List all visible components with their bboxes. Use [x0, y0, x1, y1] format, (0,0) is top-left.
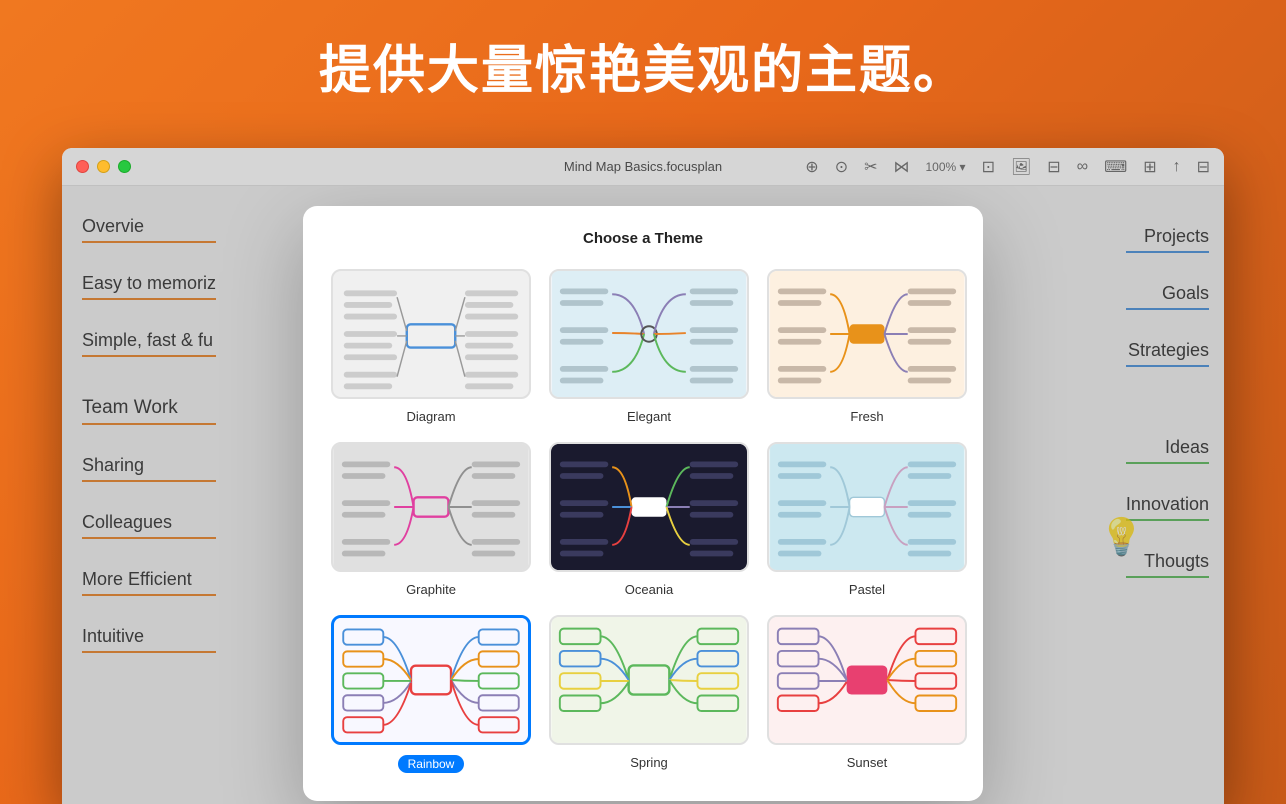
theme-item-oceania[interactable]: Oceania	[549, 442, 749, 597]
theme-preview-rainbow	[331, 615, 531, 745]
fresh-svg	[769, 271, 965, 397]
maximize-button[interactable]	[118, 160, 131, 173]
graphite-svg	[333, 444, 529, 570]
mac-window: Mind Map Basics.focusplan ⊕ ⊙ ✂ ⋈ 100% ▾…	[62, 148, 1224, 804]
toolbar-icons: ⊕ ⊙ ✂ ⋈ 100% ▾ ⊡ 🖼 ⊟ ∞ ⌨ ⊞ ↑ ⊟	[805, 157, 1210, 177]
theme-label-oceania: Oceania	[625, 582, 673, 597]
expand-icon[interactable]: ⊞	[1143, 157, 1156, 177]
theme-item-diagram[interactable]: Diagram	[331, 269, 531, 424]
connect-icon[interactable]: ⊙	[835, 157, 848, 177]
theme-item-sunset[interactable]: Sunset	[767, 615, 967, 773]
note-icon[interactable]: ⊟	[1047, 157, 1060, 177]
close-button[interactable]	[76, 160, 89, 173]
theme-grid: Diagram	[331, 269, 955, 773]
theme-item-spring[interactable]: Spring	[549, 615, 749, 773]
theme-label-graphite: Graphite	[406, 582, 456, 597]
oceania-svg	[551, 444, 747, 570]
spring-svg	[551, 617, 747, 743]
zoom-control[interactable]: 100% ▾	[926, 160, 966, 174]
theme-label-pastel: Pastel	[849, 582, 885, 597]
theme-item-graphite[interactable]: Graphite	[331, 442, 531, 597]
window-content: Overvie Easy to memoriz Simple, fast & f…	[62, 186, 1224, 804]
keyboard-icon[interactable]: ⌨	[1104, 157, 1127, 177]
sunset-svg	[769, 617, 965, 743]
modal-overlay: Choose a Theme	[62, 186, 1224, 804]
theme-preview-elegant	[549, 269, 749, 399]
theme-preview-fresh	[767, 269, 967, 399]
theme-chooser-modal: Choose a Theme	[303, 206, 983, 801]
branch-icon[interactable]: ⋈	[894, 157, 910, 177]
theme-label-fresh: Fresh	[850, 409, 883, 424]
theme-preview-sunset	[767, 615, 967, 745]
theme-preview-spring	[549, 615, 749, 745]
link-icon[interactable]: ∞	[1077, 158, 1088, 176]
traffic-lights	[76, 160, 131, 173]
theme-preview-oceania	[549, 442, 749, 572]
split-icon[interactable]: ⊟	[1197, 157, 1210, 177]
style-icon[interactable]: ✂	[864, 157, 877, 177]
theme-item-pastel[interactable]: Pastel	[767, 442, 967, 597]
theme-label-elegant: Elegant	[627, 409, 671, 424]
minimize-button[interactable]	[97, 160, 110, 173]
theme-label-diagram: Diagram	[406, 409, 455, 424]
diagram-svg	[333, 271, 529, 397]
rainbow-svg	[334, 618, 528, 742]
theme-item-rainbow[interactable]: Rainbow	[331, 615, 531, 773]
export-icon[interactable]: ↑	[1173, 158, 1181, 176]
theme-label-sunset: Sunset	[847, 755, 887, 770]
theme-preview-pastel	[767, 442, 967, 572]
image-icon[interactable]: 🖼	[1011, 157, 1031, 177]
pastel-svg	[769, 444, 965, 570]
theme-item-fresh[interactable]: Fresh	[767, 269, 967, 424]
window-title: Mind Map Basics.focusplan	[564, 159, 722, 174]
modal-title: Choose a Theme	[331, 230, 955, 247]
theme-label-rainbow: Rainbow	[398, 755, 465, 773]
theme-label-spring: Spring	[630, 755, 668, 770]
theme-preview-diagram	[331, 269, 531, 399]
share-icon[interactable]: ⊡	[982, 157, 995, 177]
add-icon[interactable]: ⊕	[805, 157, 818, 177]
title-bar: Mind Map Basics.focusplan ⊕ ⊙ ✂ ⋈ 100% ▾…	[62, 148, 1224, 186]
theme-preview-graphite	[331, 442, 531, 572]
elegant-svg	[551, 271, 747, 397]
page-title: 提供大量惊艳美观的主题。	[0, 28, 1286, 103]
theme-item-elegant[interactable]: Elegant	[549, 269, 749, 424]
